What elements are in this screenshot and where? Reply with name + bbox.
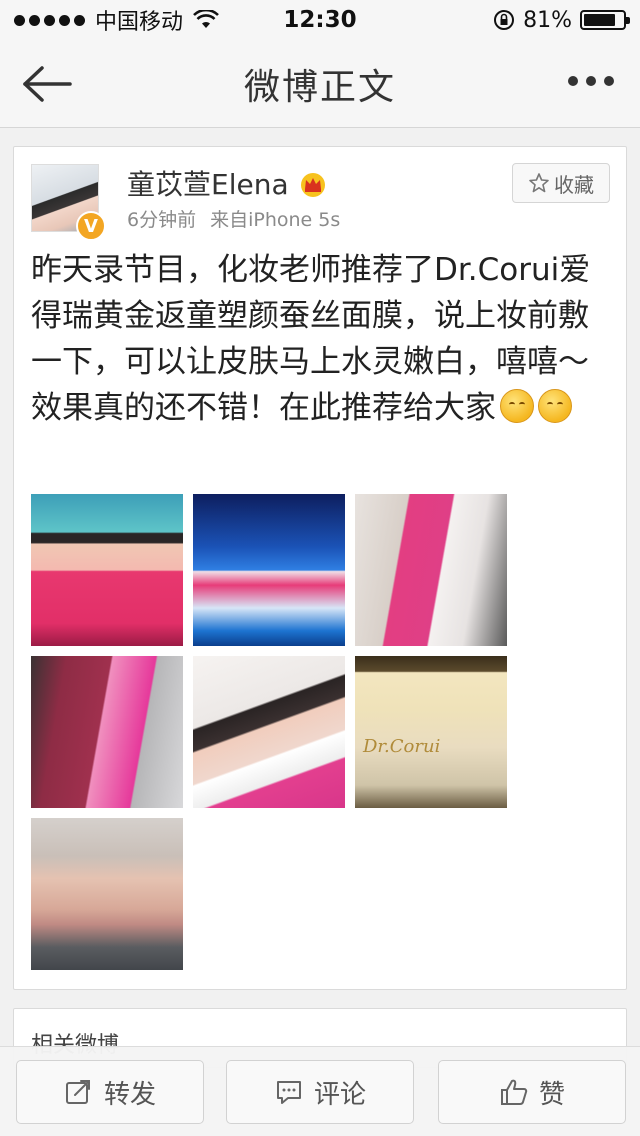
comment-label: 评论 [313, 1079, 366, 1110]
user-name-row[interactable]: 童苡萱Elena [127, 163, 329, 203]
post-time: 6分钟前 [127, 209, 197, 231]
post-photo[interactable] [193, 656, 345, 808]
wifi-icon [193, 10, 219, 28]
comment-button[interactable]: 评论 [226, 1060, 414, 1124]
battery-percent: 81% [523, 7, 572, 33]
post-source[interactable]: 来自iPhone 5s [210, 209, 340, 231]
back-button[interactable] [20, 60, 76, 108]
like-label: 赞 [538, 1079, 565, 1110]
product-brand-text: Dr.Corui [363, 736, 441, 757]
favorite-label: 收藏 [554, 172, 594, 197]
user-name[interactable]: 童苡萱Elena [127, 163, 289, 203]
star-icon [529, 173, 549, 193]
more-button[interactable] [568, 76, 614, 86]
post-card: V 童苡萱Elena 6分钟前 来自iPhone 5s 收藏 昨天录节目，化妆老师… [13, 146, 627, 990]
back-arrow-icon [23, 66, 72, 102]
post-photo[interactable] [31, 818, 183, 970]
post-photo[interactable]: Dr.Corui [355, 656, 507, 808]
bottom-toolbar: 转发 评论 赞 [0, 1046, 640, 1136]
post-meta: 6分钟前 来自iPhone 5s [127, 205, 340, 232]
kiss-emoji-icon [500, 389, 534, 423]
favorite-button[interactable]: 收藏 [512, 163, 610, 203]
post-photo[interactable] [355, 494, 507, 646]
crown-icon [300, 173, 325, 197]
more-dots-icon [568, 76, 578, 86]
signal-strength-icon [14, 14, 85, 26]
comment-icon [276, 1081, 301, 1104]
verified-badge-icon: V [76, 211, 106, 241]
post-photo[interactable] [193, 494, 345, 646]
thumbs-up-icon [500, 1079, 528, 1105]
like-button[interactable]: 赞 [438, 1060, 626, 1124]
repost-button[interactable]: 转发 [16, 1060, 204, 1124]
repost-label: 转发 [103, 1079, 156, 1110]
repost-icon [65, 1080, 90, 1104]
kiss-emoji-icon [538, 389, 572, 423]
rotation-lock-icon [494, 10, 515, 30]
battery-level [584, 14, 615, 26]
weibo-detail-screen: 中国移动 12:30 81% 微博正文 V 童苡萱Elena 6分钟前 来自iP… [0, 0, 640, 1136]
carrier-name: 中国移动 [95, 10, 184, 35]
status-bar: 中国移动 12:30 81% [0, 0, 640, 40]
page-title: 微博正文 [243, 66, 396, 108]
post-photo[interactable] [31, 494, 183, 646]
post-photo[interactable] [31, 656, 183, 808]
battery-icon [580, 10, 630, 30]
navigation-bar: 微博正文 [0, 40, 640, 128]
post-text: 昨天录节目，化妆老师推荐了Dr.Corui爱得瑞黄金返童塑颜蚕丝面膜，说上妆前敷… [31, 247, 615, 431]
